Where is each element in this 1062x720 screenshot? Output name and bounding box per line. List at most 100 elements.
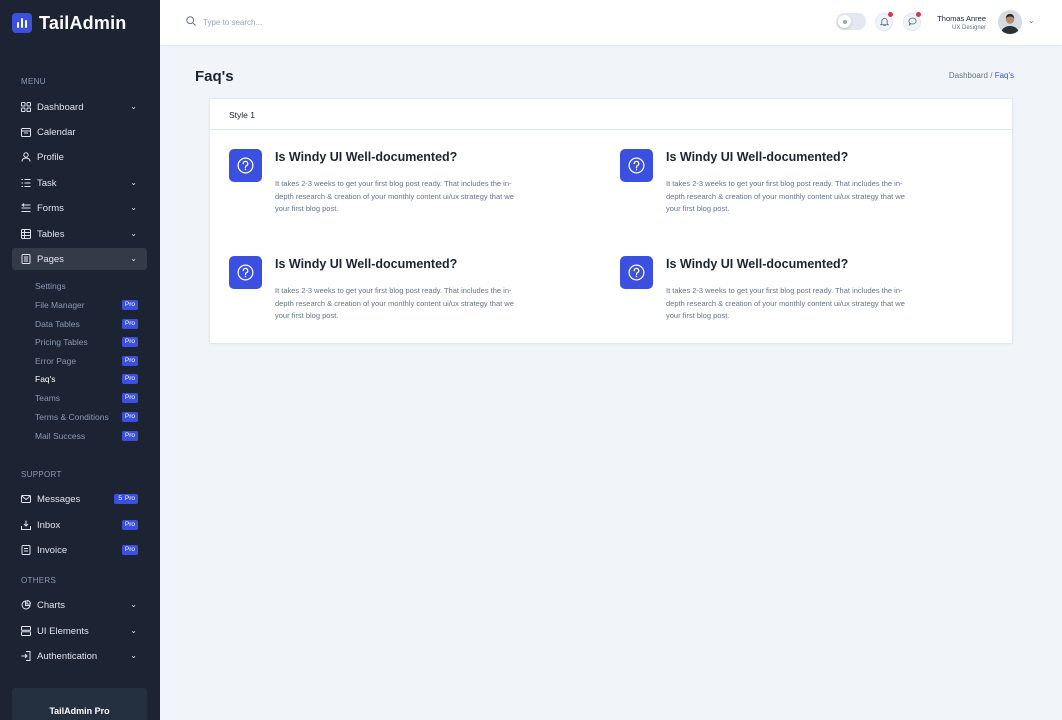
question-icon <box>620 256 653 289</box>
pro-badge: Pro <box>121 337 138 347</box>
submenu-item-label: Error Page <box>35 356 77 366</box>
sidebar-item-label: Forms <box>37 202 64 214</box>
support-section-label: SUPPORT <box>21 470 62 479</box>
sidebar-item-forms[interactable]: Forms ⌄ <box>12 197 147 219</box>
pro-badge: Pro <box>121 412 138 422</box>
inbox-icon <box>21 520 31 530</box>
dark-mode-toggle[interactable] <box>836 13 866 30</box>
notification-button[interactable] <box>875 12 893 31</box>
submenu-item-mail-success[interactable]: Mail Success Pro <box>35 428 138 444</box>
search-input[interactable]: Type to search... <box>203 18 262 27</box>
sidebar-item-authentication[interactable]: Authentication ⌄ <box>12 645 147 667</box>
card-title: Style 1 <box>210 99 1012 130</box>
pro-badge: Pro <box>121 319 138 329</box>
chevron-down-icon: ⌄ <box>130 651 137 660</box>
login-icon <box>21 651 31 661</box>
top-header: Type to search... Thomas Anree UX Design… <box>160 0 1062 45</box>
submenu-item-file-manager[interactable]: File Manager Pro <box>35 297 138 313</box>
sidebar-item-pages[interactable]: Pages ⌄ <box>12 248 147 270</box>
sidebar-item-ui-elements[interactable]: UI Elements ⌄ <box>12 620 147 642</box>
faq-question: Is Windy UI Well-documented? <box>666 257 849 271</box>
brand[interactable]: TailAdmin <box>0 0 160 46</box>
task-list-icon <box>21 178 31 188</box>
sidebar-item-invoice[interactable]: Invoice Pro <box>12 539 147 561</box>
submenu-item-terms[interactable]: Terms & Conditions Pro <box>35 409 138 425</box>
sidebar-item-calendar[interactable]: Calendar <box>12 121 147 143</box>
submenu-item-settings[interactable]: Settings <box>35 278 138 294</box>
grid-icon <box>21 102 31 112</box>
submenu-item-data-tables[interactable]: Data Tables Pro <box>35 316 138 332</box>
faq-answer: It takes 2-3 weeks to get your first blo… <box>275 286 514 320</box>
user-role: UX Designer <box>951 25 986 31</box>
user-name[interactable]: Thomas Anree <box>937 14 986 23</box>
pro-badge: Pro <box>121 374 138 384</box>
sidebar-item-tables[interactable]: Tables ⌄ <box>12 223 147 245</box>
question-icon <box>229 256 262 289</box>
sidebar-item-profile[interactable]: Profile <box>12 146 147 168</box>
notification-dot <box>888 12 893 17</box>
promo-card[interactable]: TailAdmin Pro <box>12 688 147 720</box>
sidebar-item-label: Pages <box>37 253 64 265</box>
chevron-down-icon: ⌄ <box>130 254 137 263</box>
submenu-item-label: File Manager <box>35 300 85 310</box>
faq-question: Is Windy UI Well-documented? <box>666 150 849 164</box>
sidebar-item-label: Invoice <box>37 544 68 556</box>
faq-card: Style 1 Is Windy UI Well-documented? It … <box>209 98 1013 344</box>
faq-question: Is Windy UI Well-documented? <box>275 257 458 271</box>
sidebar-item-label: Tables <box>37 228 65 240</box>
submenu-item-pricing-tables[interactable]: Pricing Tables Pro <box>35 334 138 350</box>
mail-icon <box>21 494 31 504</box>
user-icon <box>21 152 31 162</box>
submenu-item-label: Mail Success <box>35 431 86 441</box>
sidebar-item-label: Task <box>37 177 57 189</box>
question-icon <box>620 149 653 182</box>
submenu-item-label: Settings <box>35 281 66 291</box>
breadcrumb-current: Faq's <box>994 71 1014 80</box>
sidebar-item-inbox[interactable]: Inbox Pro <box>12 514 147 536</box>
brand-name: TailAdmin <box>39 12 127 33</box>
submenu-item-teams[interactable]: Teams Pro <box>35 390 138 406</box>
submenu-item-label: Teams <box>35 393 61 403</box>
avatar[interactable] <box>998 10 1022 34</box>
sidebar-item-label: Messages <box>37 493 81 505</box>
pages-icon <box>21 254 31 264</box>
sidebar-item-label: Authentication <box>37 650 98 662</box>
sidebar-item-label: Calendar <box>37 126 76 138</box>
faq-answer: It takes 2-3 weeks to get your first blo… <box>275 179 514 213</box>
sidebar: TailAdmin MENU Dashboard ⌄ Calendar Prof… <box>0 0 160 720</box>
sidebar-item-label: Profile <box>37 151 64 163</box>
others-section-label: OTHERS <box>21 576 57 585</box>
breadcrumb: Dashboard / Faq's <box>949 71 1014 80</box>
submenu-item-faqs[interactable]: Faq's Pro <box>35 371 138 387</box>
chevron-down-icon: ⌄ <box>130 178 137 187</box>
pro-badge: Pro <box>121 494 138 504</box>
submenu-item-label: Faq's <box>35 374 56 384</box>
breadcrumb-root-link[interactable]: Dashboard / <box>949 71 993 80</box>
submenu-item-error-page[interactable]: Error Page Pro <box>35 353 138 369</box>
chat-button[interactable] <box>903 12 921 31</box>
sidebar-item-charts[interactable]: Charts ⌄ <box>12 594 147 616</box>
submenu-item-label: Pricing Tables <box>35 337 88 347</box>
submenu-item-label: Terms & Conditions <box>35 412 109 422</box>
chevron-down-icon: ⌄ <box>130 600 137 609</box>
chat-notification-dot <box>916 12 921 17</box>
faq-question: Is Windy UI Well-documented? <box>275 150 458 164</box>
forms-icon <box>21 203 31 213</box>
chat-icon <box>907 13 917 31</box>
chevron-down-icon[interactable]: ⌄ <box>1028 16 1035 25</box>
pie-chart-icon <box>21 600 31 610</box>
sidebar-item-messages[interactable]: Messages 5 Pro <box>12 488 147 510</box>
sidebar-item-dashboard[interactable]: Dashboard ⌄ <box>12 96 147 118</box>
faq-answer: It takes 2-3 weeks to get your first blo… <box>666 179 905 213</box>
ui-elements-icon <box>21 626 31 636</box>
invoice-icon <box>21 545 31 555</box>
table-icon <box>21 229 31 239</box>
pro-badge: Pro <box>121 431 138 441</box>
sidebar-item-task[interactable]: Task ⌄ <box>12 172 147 194</box>
menu-section-label: MENU <box>21 77 46 86</box>
submenu-item-label: Data Tables <box>35 319 80 329</box>
search-bar[interactable]: Type to search... <box>186 16 262 28</box>
chevron-down-icon: ⌄ <box>130 203 137 212</box>
search-icon <box>186 16 196 28</box>
question-icon <box>229 149 262 182</box>
